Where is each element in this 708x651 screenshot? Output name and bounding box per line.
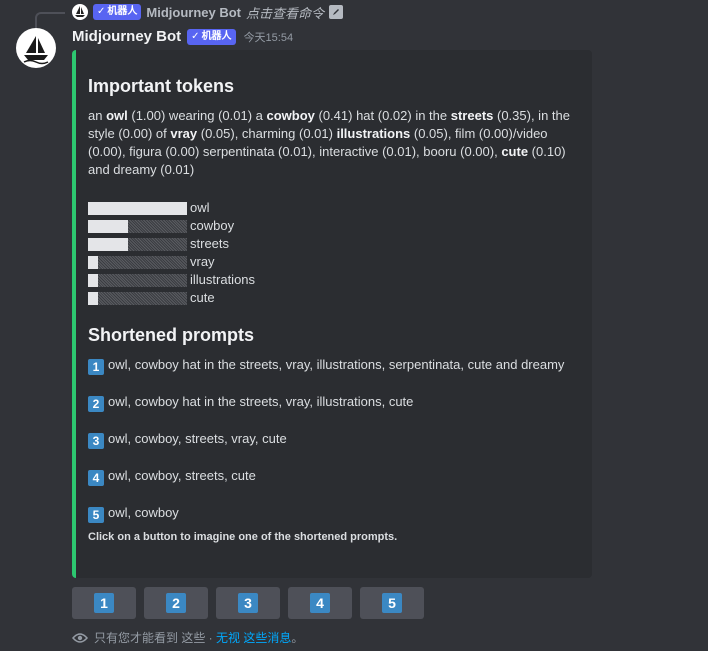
prompt-text: owl, cowboy hat in the streets, vray, il… xyxy=(108,394,414,409)
reply-connector-line xyxy=(35,12,65,28)
important-token: illustrations xyxy=(336,126,411,141)
imagine-prompt-4-button[interactable]: 4 xyxy=(288,587,352,619)
token-bar-label: cowboy xyxy=(190,218,235,233)
imagine-prompt-1-button[interactable]: 1 xyxy=(72,587,136,619)
keycap-number-icon: 1 xyxy=(94,593,114,613)
token-bar-fill xyxy=(88,237,128,251)
message-header: Midjourney Bot ✓ 机器人 今天15:54 xyxy=(72,28,293,45)
prompt-item: 3 owl, cowboy, streets, vray, cute xyxy=(88,430,576,449)
token-bar-label: owl xyxy=(190,200,210,215)
ephemeral-suffix: 。 xyxy=(291,631,304,645)
action-buttons: 1 2 3 4 5 xyxy=(72,587,424,619)
important-token: owl xyxy=(106,108,128,123)
bot-badge: ✓ 机器人 xyxy=(187,28,236,45)
token-bar-fill xyxy=(88,219,128,233)
keycap-number-icon: 5 xyxy=(88,507,104,523)
prompt-text: owl, cowboy, streets, vray, cute xyxy=(108,431,287,446)
timestamp: 今天15:54 xyxy=(243,31,294,44)
important-token: vray xyxy=(170,126,198,141)
token-bar-row: streets xyxy=(88,235,576,253)
token-bar xyxy=(88,255,187,269)
midjourney-boat-icon xyxy=(23,36,49,65)
token-bar xyxy=(88,273,187,287)
bot-badge-label: 机器人 xyxy=(201,30,232,42)
keycap-number-icon: 4 xyxy=(310,593,330,613)
embed-footer: Click on a button to imagine one of the … xyxy=(88,531,398,543)
bot-badge: ✓ 机器人 xyxy=(93,4,142,20)
check-icon: ✓ xyxy=(191,30,200,42)
check-icon: ✓ xyxy=(97,6,106,17)
token-bar-row: cute xyxy=(88,289,576,307)
ephemeral-notice: 只有您才能看到 这些 · 无视 这些消息。 xyxy=(72,629,303,646)
eye-icon xyxy=(72,632,88,643)
imagine-prompt-2-button[interactable]: 2 xyxy=(144,587,208,619)
imagine-prompt-5-button[interactable]: 5 xyxy=(360,587,424,619)
reply-author-name[interactable]: Midjourney Bot xyxy=(146,5,241,20)
ephemeral-text: 只有您才能看到 这些 · xyxy=(94,631,216,645)
token-weights-text: an owl (1.00) wearing (0.01) a cowboy (0… xyxy=(88,107,576,179)
keycap-number-icon: 5 xyxy=(382,593,402,613)
token-bar-label: illustrations xyxy=(190,272,256,287)
keycap-number-icon: 2 xyxy=(166,593,186,613)
token-bar xyxy=(88,237,187,251)
token-bar xyxy=(88,201,187,215)
token-bar-row: cowboy xyxy=(88,217,576,235)
token-bar-row: illustrations xyxy=(88,271,576,289)
embed-card: Important tokens an owl (1.00) wearing (… xyxy=(72,50,592,578)
shortened-prompts-title: Shortened prompts xyxy=(88,325,255,345)
prompt-item: 1 owl, cowboy hat in the streets, vray, i… xyxy=(88,356,576,375)
token-text: (1.00) wearing (0.01) a xyxy=(127,108,267,123)
keycap-number-icon: 3 xyxy=(88,433,104,449)
midjourney-boat-icon xyxy=(72,4,88,20)
reply-reference[interactable]: ✓ 机器人 Midjourney Bot 点击查看命令 xyxy=(72,2,344,22)
token-bar-label: streets xyxy=(190,236,230,251)
prompt-item: 2 owl, cowboy hat in the streets, vray, i… xyxy=(88,393,576,412)
token-text: (0.41) hat (0.02) in the xyxy=(314,108,451,123)
keycap-number-icon: 3 xyxy=(238,593,258,613)
embed-title: Important tokens xyxy=(88,76,235,96)
keycap-number-icon: 1 xyxy=(88,359,104,375)
important-token: cowboy xyxy=(266,108,315,123)
prompt-item: 5 owl, cowboy xyxy=(88,504,576,523)
token-bar-fill xyxy=(88,291,98,305)
reply-command-link[interactable]: 点击查看命令 xyxy=(246,3,324,22)
avatar[interactable] xyxy=(16,28,56,68)
author-name[interactable]: Midjourney Bot xyxy=(72,28,181,45)
token-bar-row: vray xyxy=(88,253,576,271)
token-bar-fill xyxy=(88,255,98,269)
important-token: cute xyxy=(501,144,529,159)
token-bar-fill xyxy=(88,273,98,287)
prompt-text: owl, cowboy hat in the streets, vray, il… xyxy=(108,357,565,372)
token-bar-label: cute xyxy=(190,290,215,305)
token-bar-row: owl xyxy=(88,199,576,217)
keycap-number-icon: 2 xyxy=(88,396,104,412)
token-bar-label: vray xyxy=(190,254,215,269)
imagine-prompt-3-button[interactable]: 3 xyxy=(216,587,280,619)
token-bar xyxy=(88,291,187,305)
prompt-item: 4 owl, cowboy, streets, cute xyxy=(88,467,576,486)
prompt-list: 1 owl, cowboy hat in the streets, vray, i… xyxy=(88,356,576,523)
token-bar xyxy=(88,219,187,233)
keycap-number-icon: 4 xyxy=(88,470,104,486)
token-bar-fill xyxy=(88,201,187,215)
important-token: streets xyxy=(450,108,494,123)
token-text: (0.05), charming (0.01) xyxy=(197,126,337,141)
slash-command-icon xyxy=(329,5,344,19)
token-text: an xyxy=(88,108,107,123)
dismiss-message-link[interactable]: 无视 这些消息 xyxy=(216,631,291,645)
prompt-text: owl, cowboy, streets, cute xyxy=(108,468,256,483)
prompt-text: owl, cowboy xyxy=(108,505,179,520)
token-bar-list: owl cowboy streets vray illustrations cute xyxy=(88,199,576,307)
bot-badge-label: 机器人 xyxy=(107,6,138,17)
